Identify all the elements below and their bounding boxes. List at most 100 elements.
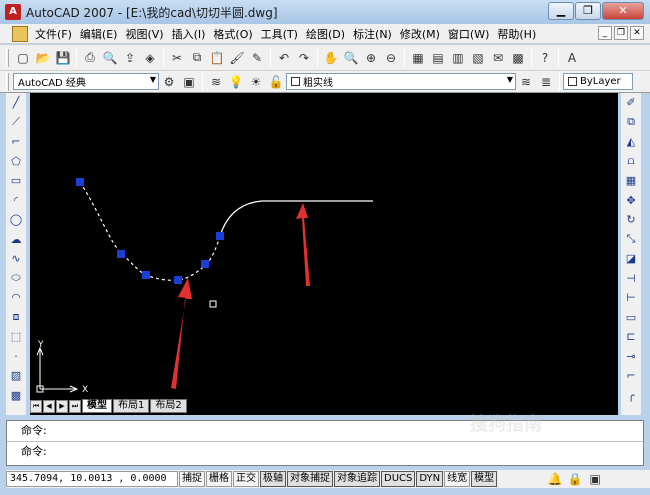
drawing-canvas[interactable]: Y X bbox=[30, 93, 618, 415]
doc-minimize-button[interactable]: _ bbox=[598, 26, 612, 40]
polygon-icon[interactable]: ⬠ bbox=[7, 152, 25, 172]
first-tab-arrow-icon[interactable]: ⏮ bbox=[30, 400, 42, 413]
command-input-line[interactable]: 命令: bbox=[7, 442, 643, 462]
revision-cloud-icon[interactable]: ☁ bbox=[7, 230, 25, 250]
selected-spline[interactable] bbox=[79, 181, 221, 281]
circle-icon[interactable]: ◯ bbox=[7, 210, 25, 230]
document-icon[interactable] bbox=[12, 25, 28, 42]
text-style-icon[interactable]: A bbox=[562, 48, 582, 68]
match-properties-icon[interactable]: 🖌 bbox=[227, 48, 247, 68]
menu-dimension[interactable]: 标注(N) bbox=[349, 26, 396, 42]
chamfer-icon[interactable]: ⌐ bbox=[622, 366, 640, 386]
paste-icon[interactable]: 📋 bbox=[207, 48, 227, 68]
properties-icon[interactable]: ▦ bbox=[408, 48, 428, 68]
scale-icon[interactable]: ⤡ bbox=[622, 230, 640, 250]
menu-format[interactable]: 格式(O) bbox=[209, 26, 256, 42]
tab-layout1[interactable]: 布局1 bbox=[113, 399, 150, 413]
command-window[interactable]: 命令: 命令: bbox=[6, 420, 644, 466]
line-icon[interactable]: ╱ bbox=[7, 93, 25, 113]
rectangle-icon[interactable]: ▭ bbox=[7, 171, 25, 191]
menu-draw[interactable]: 绘图(D) bbox=[302, 26, 349, 42]
ellipse-arc-icon[interactable]: ◠ bbox=[7, 288, 25, 308]
ortho-toggle[interactable]: 正交 bbox=[233, 471, 259, 487]
menu-file[interactable]: 文件(F) bbox=[31, 26, 76, 42]
layer-previous-icon[interactable]: ≣ bbox=[536, 72, 556, 92]
last-tab-arrow-icon[interactable]: ⏭ bbox=[69, 400, 81, 413]
lightbulb-icon[interactable]: 💡 bbox=[226, 72, 246, 92]
osnap-toggle[interactable]: 对象捕捉 bbox=[287, 471, 333, 487]
grip-point[interactable] bbox=[76, 178, 84, 186]
grid-toggle[interactable]: 栅格 bbox=[206, 471, 232, 487]
toolbar-grip[interactable] bbox=[6, 48, 9, 67]
otrack-toggle[interactable]: 对象追踪 bbox=[334, 471, 380, 487]
insert-block-icon[interactable]: ⧈ bbox=[7, 308, 25, 328]
copy-object-icon[interactable]: ⧉ bbox=[622, 113, 640, 133]
break-icon[interactable]: ⊏ bbox=[622, 327, 640, 347]
tab-model[interactable]: 模型 bbox=[82, 399, 112, 413]
move-icon[interactable]: ✥ bbox=[622, 191, 640, 211]
design-center-icon[interactable]: ▤ bbox=[428, 48, 448, 68]
zoom-previous-icon[interactable]: ⊖ bbox=[381, 48, 401, 68]
print-icon[interactable]: ⎙ bbox=[80, 48, 100, 68]
menu-view[interactable]: 视图(V) bbox=[121, 26, 167, 42]
grip-point[interactable] bbox=[117, 250, 125, 258]
close-button[interactable]: ✕ bbox=[602, 2, 644, 20]
block-editor-icon[interactable]: ✎ bbox=[247, 48, 267, 68]
zoom-window-icon[interactable]: ⊕ bbox=[361, 48, 381, 68]
3d-dwf-icon[interactable]: ◈ bbox=[140, 48, 160, 68]
grip-point[interactable] bbox=[142, 271, 150, 279]
fillet-icon[interactable]: ╭ bbox=[622, 386, 640, 406]
menu-tools[interactable]: 工具(T) bbox=[257, 26, 302, 42]
spline-icon[interactable]: ∿ bbox=[7, 249, 25, 269]
layer-manager-icon[interactable]: ≋ bbox=[206, 72, 226, 92]
polyline-icon[interactable]: ⌐ bbox=[7, 132, 25, 152]
ellipse-icon[interactable]: ⬭ bbox=[7, 269, 25, 289]
copy-icon[interactable]: ⧉ bbox=[187, 48, 207, 68]
grip-point[interactable] bbox=[201, 260, 209, 268]
tab-layout2[interactable]: 布局2 bbox=[150, 399, 187, 413]
rotate-icon[interactable]: ↻ bbox=[622, 210, 640, 230]
arc-icon[interactable]: ◜ bbox=[7, 191, 25, 211]
next-tab-arrow-icon[interactable]: ▶ bbox=[56, 400, 68, 413]
communication-center-icon[interactable]: 🔔 bbox=[545, 469, 565, 489]
restore-button[interactable]: ❐ bbox=[575, 2, 601, 20]
construction-line-icon[interactable]: ⟋ bbox=[7, 113, 25, 133]
point-icon[interactable]: · bbox=[7, 347, 25, 367]
dyn-toggle[interactable]: DYN bbox=[416, 471, 444, 487]
minimize-button[interactable]: ▁ bbox=[548, 2, 574, 20]
workspace-settings-icon[interactable]: ⚙ bbox=[159, 72, 179, 92]
help-icon[interactable]: ? bbox=[535, 48, 555, 68]
print-preview-icon[interactable]: 🔍 bbox=[100, 48, 120, 68]
lock-toolbar-icon[interactable]: 🔒 bbox=[565, 469, 585, 489]
publish-icon[interactable]: ⇪ bbox=[120, 48, 140, 68]
join-icon[interactable]: ⊸ bbox=[622, 347, 640, 367]
offset-icon[interactable]: ⩍ bbox=[622, 152, 640, 172]
save-icon[interactable]: 💾 bbox=[53, 48, 73, 68]
undo-icon[interactable]: ↶ bbox=[274, 48, 294, 68]
new-file-icon[interactable]: ▢ bbox=[13, 48, 33, 68]
stretch-icon[interactable]: ◪ bbox=[622, 249, 640, 269]
markup-icon[interactable]: ✉ bbox=[488, 48, 508, 68]
array-icon[interactable]: ▦ bbox=[622, 171, 640, 191]
pan-icon[interactable]: ✋ bbox=[321, 48, 341, 68]
menu-help[interactable]: 帮助(H) bbox=[493, 26, 540, 42]
lock-icon[interactable]: 🔓 bbox=[266, 72, 286, 92]
redo-icon[interactable]: ↷ bbox=[294, 48, 314, 68]
clean-screen-icon[interactable]: ▣ bbox=[585, 469, 605, 489]
hatch-icon[interactable]: ▨ bbox=[7, 366, 25, 386]
menu-modify[interactable]: 修改(M) bbox=[396, 26, 444, 42]
trim-icon[interactable]: ⊣ bbox=[622, 269, 640, 289]
menu-window[interactable]: 窗口(W) bbox=[444, 26, 493, 42]
color-select[interactable]: ByLayer bbox=[563, 73, 633, 90]
erase-icon[interactable]: ✐ bbox=[622, 93, 640, 113]
doc-restore-button[interactable]: ❐ bbox=[614, 26, 628, 40]
doc-close-button[interactable]: ✕ bbox=[630, 26, 644, 40]
calculator-icon[interactable]: ▩ bbox=[508, 48, 528, 68]
model-toggle[interactable]: 模型 bbox=[471, 471, 498, 487]
tool-palettes-icon[interactable]: ▥ bbox=[448, 48, 468, 68]
menu-edit[interactable]: 编辑(E) bbox=[76, 26, 122, 42]
workspace-save-icon[interactable]: ▣ bbox=[179, 72, 199, 92]
lineweight-toggle[interactable]: 线宽 bbox=[444, 471, 471, 487]
open-folder-icon[interactable]: 📂 bbox=[33, 48, 53, 68]
gradient-icon[interactable]: ▩ bbox=[7, 386, 25, 406]
